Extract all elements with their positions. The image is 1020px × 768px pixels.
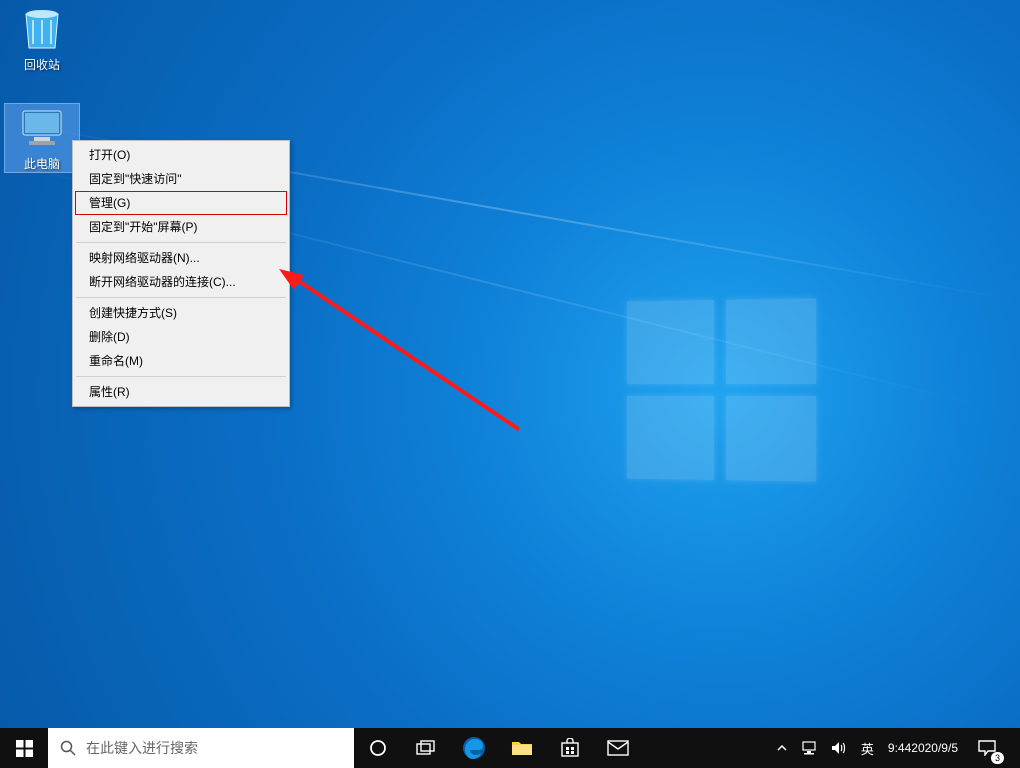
icon-label: 回收站 [5,56,79,73]
icon-label: 此电脑 [5,155,79,172]
desktop-icon-recycle-bin[interactable]: 回收站 [5,5,79,73]
chevron-up-icon [777,743,787,753]
clock-time: 9:44 [888,741,911,755]
edge-icon [462,736,486,760]
menu-item-disconnect-drive[interactable]: 断开网络驱动器的连接(C)... [75,270,287,294]
tray-overflow[interactable] [771,728,793,768]
menu-item-pin-quick-access[interactable]: 固定到"快速访问" [75,167,287,191]
taskbar-cortana[interactable] [354,728,402,768]
context-menu: 打开(O) 固定到"快速访问" 管理(G) 固定到"开始"屏幕(P) 映射网络驱… [72,140,290,407]
tray-action-center[interactable]: 3 [966,728,1008,768]
menu-item-pin-start[interactable]: 固定到"开始"屏幕(P) [75,215,287,239]
menu-separator [76,242,286,243]
task-view-icon [416,740,436,756]
tray-network[interactable] [795,728,823,768]
cortana-circle-icon [369,739,387,757]
taskbar-app-store[interactable] [546,728,594,768]
show-desktop-button[interactable] [1010,728,1016,768]
menu-separator [76,297,286,298]
taskbar-task-view[interactable] [402,728,450,768]
taskbar-app-explorer[interactable] [498,728,546,768]
annotation-arrow [286,271,520,431]
menu-item-rename[interactable]: 重命名(M) [75,349,287,373]
ms-store-icon [560,738,580,758]
windows-logo-wallpaper [627,298,816,481]
start-button[interactable] [0,728,48,768]
recycle-bin-icon [18,5,66,53]
taskbar-search[interactable]: 在此键入进行搜索 [48,728,354,768]
taskbar-app-mail[interactable] [594,728,642,768]
mail-icon [607,740,629,756]
system-tray: 英 9:44 2020/9/5 3 [771,728,1020,768]
menu-item-create-shortcut[interactable]: 创建快捷方式(S) [75,301,287,325]
menu-item-delete[interactable]: 删除(D) [75,325,287,349]
network-icon [801,741,817,755]
taskbar-app-edge[interactable] [450,728,498,768]
file-explorer-icon [511,739,533,757]
desktop-icon-this-pc[interactable]: 此电脑 [5,104,79,172]
menu-separator [76,376,286,377]
speaker-icon [831,741,847,755]
tray-volume[interactable] [825,728,853,768]
windows-start-icon [16,740,33,757]
menu-item-manage[interactable]: 管理(G) [75,191,287,215]
taskbar-spacer [642,728,771,768]
desktop[interactable]: 回收站 此电脑 打开(O) 固定到"快速访问" 管理(G) 固定到"开始"屏幕(… [0,0,1020,768]
search-icon [60,740,76,756]
this-pc-icon [18,104,66,152]
menu-item-open[interactable]: 打开(O) [75,143,287,167]
search-placeholder: 在此键入进行搜索 [86,738,198,758]
taskbar: 在此键入进行搜索 [0,728,1020,768]
tray-clock[interactable]: 9:44 2020/9/5 [882,728,964,768]
clock-date: 2020/9/5 [911,741,958,755]
notification-badge: 3 [991,752,1004,764]
tray-ime[interactable]: 英 [855,728,880,768]
menu-item-map-drive[interactable]: 映射网络驱动器(N)... [75,246,287,270]
menu-item-properties[interactable]: 属性(R) [75,380,287,404]
